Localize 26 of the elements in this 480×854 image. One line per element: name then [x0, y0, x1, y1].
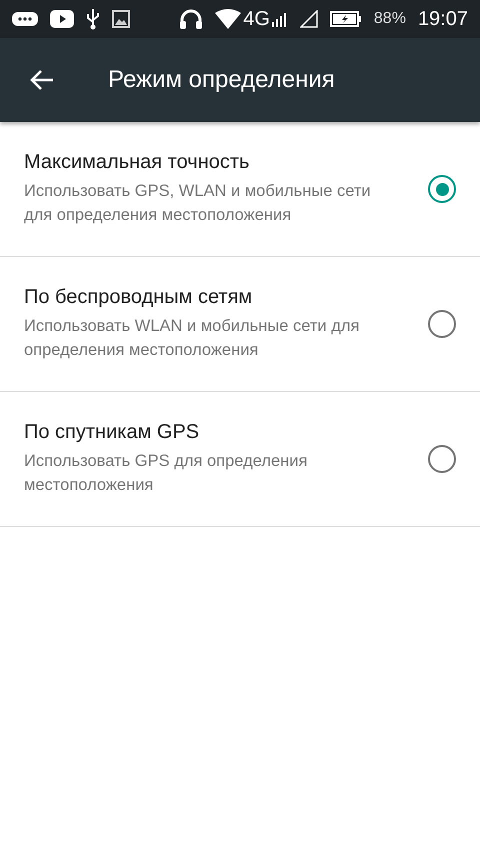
- option-description: Использовать GPS для определения местоположения: [24, 450, 308, 496]
- option-description: Использовать GPS, WLAN и мобильные сети для определения местоположения: [24, 180, 372, 226]
- headphones-icon: [179, 8, 204, 30]
- battery-percentage: 88%: [374, 10, 406, 28]
- clock-time: 19:07: [418, 8, 468, 30]
- network-type: 4G: [243, 8, 270, 30]
- back-arrow-icon: [30, 69, 54, 91]
- usb-icon: [86, 8, 100, 30]
- option-title: По беспроводным сетям: [24, 286, 254, 309]
- image-icon: [112, 10, 130, 28]
- signal-icon: [272, 11, 288, 27]
- message-icon: [12, 11, 38, 27]
- toolbar-title: Режим определения: [108, 66, 335, 94]
- option-title: Максимальная точность: [24, 150, 250, 174]
- mode-option[interactable]: По спутникам GPS Использовать GPS для определения местоположения: [0, 392, 480, 527]
- option-description: Использовать WLAN и мобильные сети для определения местоположения: [24, 316, 360, 360]
- radio-button[interactable]: [428, 175, 456, 203]
- battery-charging-icon: [330, 11, 362, 27]
- wifi-icon: [215, 9, 242, 29]
- mode-option[interactable]: Максимальная точность Использовать GPS, WLAN и мобильные сети для определения местоположения: [0, 122, 480, 257]
- radio-button[interactable]: [428, 310, 456, 338]
- signal-empty-icon: [300, 10, 318, 28]
- play-icon: [50, 10, 74, 28]
- option-title: По спутникам GPS: [24, 420, 200, 444]
- mode-option[interactable]: По беспроводным сетям Использовать WLAN и мобильные сети для определения местоположения: [0, 257, 480, 392]
- radio-button[interactable]: [428, 445, 456, 473]
